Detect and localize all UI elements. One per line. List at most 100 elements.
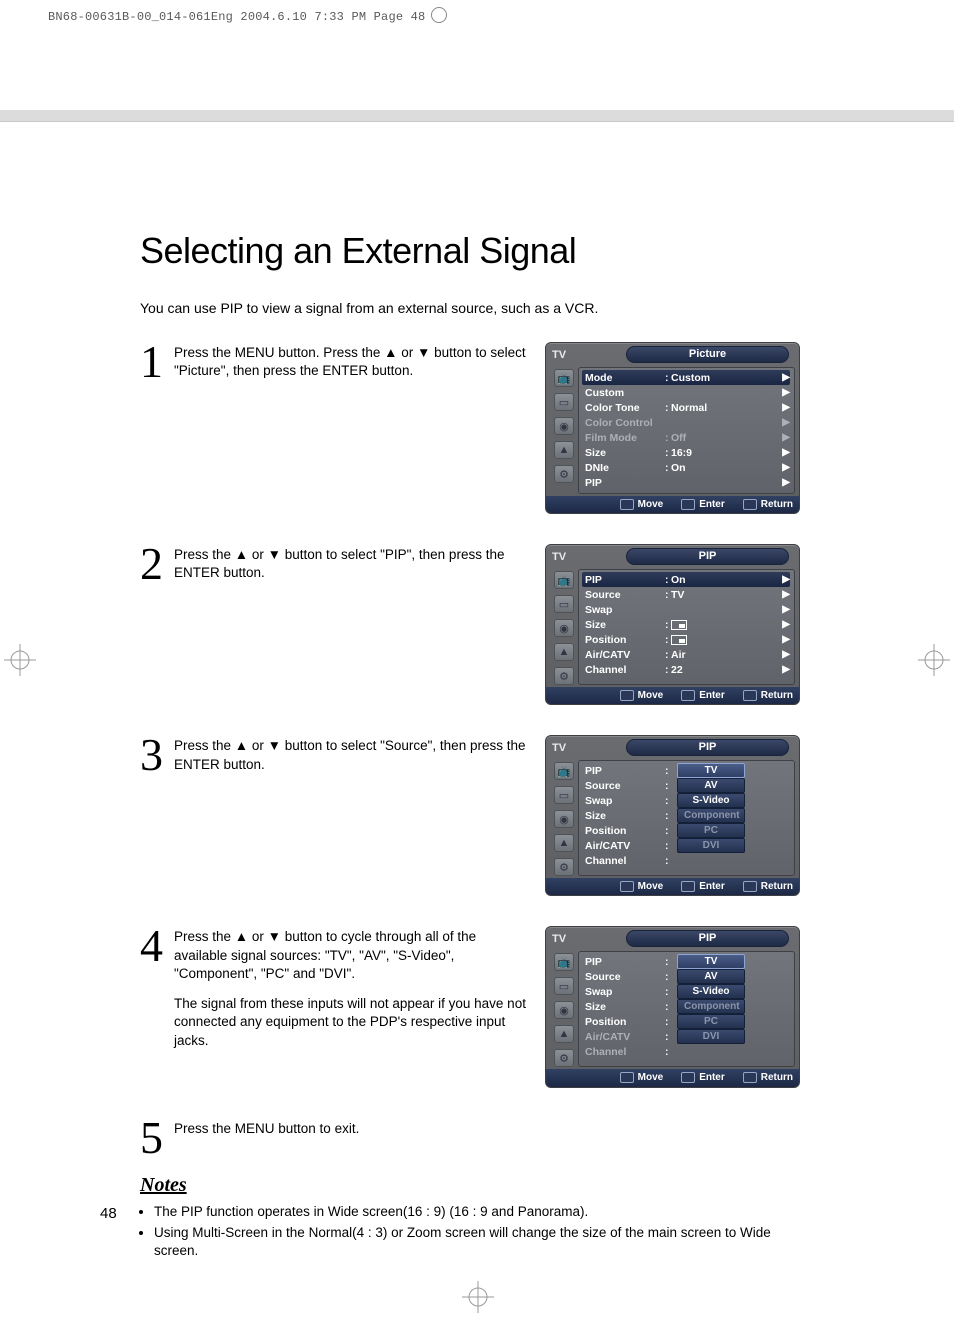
osd-row-label: Size	[585, 447, 665, 459]
chevron-right-icon: ▶	[780, 619, 790, 630]
osd-row: Swap:S-Video	[585, 793, 790, 808]
osd-row-label: Color Control	[585, 417, 665, 429]
osd-row-label: PIP	[585, 574, 665, 586]
chevron-right-icon: ▶	[780, 589, 790, 600]
osd-tv-label: TV	[552, 933, 566, 945]
osd-side-icons: 📺 ▭ ◉ ▲ ⚙	[550, 760, 578, 876]
osd-row: PIP:TV	[585, 954, 790, 969]
chevron-right-icon: ▶	[780, 649, 790, 660]
osd-row: Color Control ▶	[585, 415, 790, 430]
osd-row-label: Air/CATV	[585, 840, 665, 852]
position-icon	[671, 635, 687, 645]
osd-title: PIP	[626, 548, 789, 565]
osd-row-value: 16:9	[671, 447, 780, 459]
picture-icon: ▭	[554, 393, 574, 411]
step-number-2: 2	[140, 546, 174, 583]
osd-pip-source-menu: TV PIP 📺 ▭ ◉ ▲ ⚙ PIP:TVSource:AVSwap:S-V…	[545, 735, 800, 896]
osd-option: S-Video	[677, 793, 745, 808]
crop-mark-right	[914, 640, 954, 680]
osd-move-hint: Move	[620, 499, 664, 510]
step-text-3: Press the ▲ or ▼ button to select "Sourc…	[174, 735, 545, 773]
osd-pip-source-select: TV PIP 📺 ▭ ◉ ▲ ⚙ PIP:TVSource:AVSwap:S-V…	[545, 926, 800, 1087]
notes-list: The PIP function operates in Wide screen…	[140, 1203, 800, 1260]
picture-icon: ▭	[554, 786, 574, 804]
osd-row-value: Off	[671, 432, 780, 444]
page-title: Selecting an External Signal	[140, 230, 800, 272]
chevron-right-icon: ▶	[780, 664, 790, 675]
input-icon: 📺	[554, 571, 574, 589]
step-text-4: Press the ▲ or ▼ button to cycle through…	[174, 926, 545, 1049]
osd-picture-menu: TV Picture 📺 ▭ ◉ ▲ ⚙ Mode: Custom▶Custom…	[545, 342, 800, 514]
osd-row-label: Position	[585, 825, 665, 837]
osd-row: Custom ▶	[585, 385, 790, 400]
osd-row: Position:PC	[585, 1014, 790, 1029]
sound-icon: ◉	[554, 417, 574, 435]
osd-move-hint: Move	[620, 881, 664, 892]
chevron-right-icon: ▶	[780, 372, 790, 383]
osd-tv-label: TV	[552, 551, 566, 563]
osd-row-value: Normal	[671, 402, 780, 414]
osd-row-label: Channel	[585, 664, 665, 676]
osd-option: DVI	[677, 838, 745, 853]
osd-row: Color Tone: Normal▶	[585, 400, 790, 415]
osd-tv-label: TV	[552, 349, 566, 361]
chevron-right-icon: ▶	[780, 387, 790, 398]
osd-row-label: Mode	[585, 372, 665, 384]
osd-row: Position:PC	[585, 823, 790, 838]
note-item: The PIP function operates in Wide screen…	[154, 1203, 800, 1221]
osd-row: Size: 16:9▶	[585, 445, 790, 460]
osd-footer: Move Enter Return	[546, 687, 799, 704]
osd-return-hint: Return	[743, 499, 793, 510]
channel-icon: ▲	[554, 1025, 574, 1043]
osd-row: Air/CATV: Air▶	[585, 647, 790, 662]
osd-side-icons: 📺 ▭ ◉ ▲ ⚙	[550, 951, 578, 1067]
channel-icon: ▲	[554, 834, 574, 852]
osd-row: Source:AV	[585, 969, 790, 984]
chevron-right-icon: ▶	[780, 574, 790, 585]
header-band	[0, 110, 954, 122]
osd-footer: Move Enter Return	[546, 878, 799, 895]
setup-icon: ⚙	[554, 667, 574, 685]
osd-option: PC	[677, 1014, 745, 1029]
step-text-2: Press the ▲ or ▼ button to select "PIP",…	[174, 544, 545, 582]
osd-row-label: Size	[585, 619, 665, 631]
osd-enter-hint: Enter	[681, 499, 725, 510]
osd-row: Swap:S-Video	[585, 984, 790, 999]
osd-row-label: Source	[585, 971, 665, 983]
osd-row-label: Air/CATV	[585, 649, 665, 661]
step-text-1: Press the MENU button. Press the ▲ or ▼ …	[174, 342, 545, 380]
chevron-right-icon: ▶	[780, 402, 790, 413]
position-icon	[671, 620, 687, 630]
osd-row-value	[671, 619, 780, 631]
osd-row-value	[671, 634, 780, 646]
osd-row: Source: TV▶	[585, 587, 790, 602]
chevron-right-icon: ▶	[780, 462, 790, 473]
osd-row-label: PIP	[585, 956, 665, 968]
osd-row-label: Air/CATV	[585, 1031, 665, 1043]
osd-row: Channel:	[585, 1044, 790, 1059]
osd-row-label: Film Mode	[585, 432, 665, 444]
osd-option: S-Video	[677, 984, 745, 999]
notes-heading: Notes	[140, 1174, 800, 1197]
crop-mark-left	[0, 640, 40, 680]
channel-icon: ▲	[554, 441, 574, 459]
osd-row-label: Position	[585, 634, 665, 646]
step-number-3: 3	[140, 737, 174, 774]
osd-row-label: PIP	[585, 477, 665, 489]
osd-footer: Move Enter Return	[546, 496, 799, 513]
input-icon: 📺	[554, 762, 574, 780]
osd-row: Air/CATV:DVI	[585, 838, 790, 853]
osd-title: Picture	[626, 346, 789, 363]
chevron-right-icon: ▶	[780, 477, 790, 488]
osd-row-label: Size	[585, 810, 665, 822]
osd-row-value: On	[671, 574, 780, 586]
channel-icon: ▲	[554, 643, 574, 661]
osd-row-label: DNIe	[585, 462, 665, 474]
chevron-right-icon: ▶	[780, 604, 790, 615]
step-number-1: 1	[140, 344, 174, 381]
osd-row: Position:▶	[585, 632, 790, 647]
step-text-5: Press the MENU button to exit.	[174, 1118, 800, 1138]
osd-row-value: TV	[671, 589, 780, 601]
osd-enter-hint: Enter	[681, 690, 725, 701]
input-icon: 📺	[554, 369, 574, 387]
